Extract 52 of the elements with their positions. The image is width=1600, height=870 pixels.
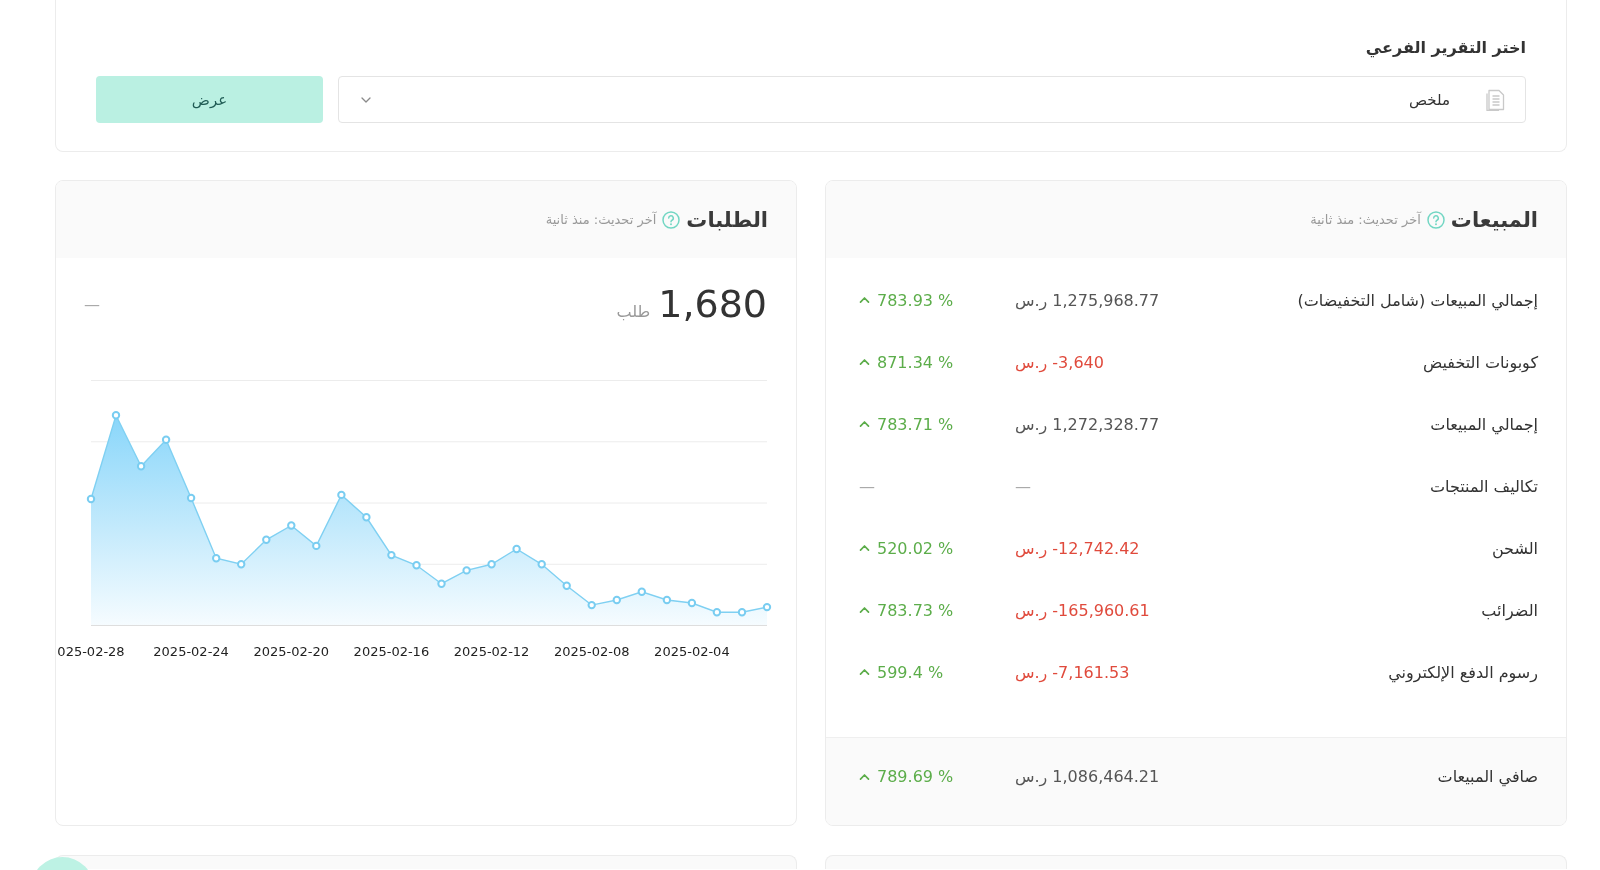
change-percent: 783.73 % [877,600,954,620]
change-percent: 789.69 % [877,767,954,786]
update-time: آخر تحديث: منذ ثانية [1310,212,1421,227]
axis-label: 2025-02-16 [353,644,430,659]
card-title: الطلبات [686,207,768,232]
axis-label: 2025-02-12 [453,644,530,659]
currency-text: ر.س [1015,290,1048,310]
change-percent: 871.34 % [877,352,954,372]
row-label: كوبونات التخفيض [1422,352,1538,372]
amount-text: 1,272,328.77 [1052,414,1160,434]
currency-text: ر.س [1015,662,1048,682]
dash-text: — [859,476,875,496]
field-label: اختر التقرير الفرعي [1365,37,1526,59]
row-label: رسوم الدفع الإلكتروني [1388,662,1538,682]
count-unit: طلب [616,302,651,321]
amount-text: 1,086,464.21 [1052,767,1160,786]
change-percent: 783.93 % [877,290,954,310]
help-icon [1426,210,1445,229]
amount-text: -7,161.53 [1052,662,1130,682]
order-count: 1,680 [658,282,767,326]
dash-text: — [84,294,100,314]
row-label: تكاليف المنتجات [1430,476,1538,496]
dash-text: — [1015,476,1031,496]
axis-label: 2025-02-20 [253,644,330,659]
amount-text: -165,960.61 [1052,600,1150,620]
report-select[interactable]: ملخص [338,76,1526,123]
help-icon [662,210,681,229]
change-percent: 599.4 % [877,662,944,682]
amount-text: -12,742.42 [1052,538,1140,558]
axis-label: 2025-02-04 [654,644,730,659]
update-time: آخر تحديث: منذ ثانية [545,212,657,227]
row-label: الشحن [1491,538,1538,558]
axis-label: 2025-02-24 [153,644,229,659]
row-label: صافي المبيعات [1437,767,1538,786]
change-percent: 783.71 % [877,414,954,434]
card-title: المبيعات [1450,207,1538,232]
row-label: إجمالي المبيعات (شامل التخفيضات) [1297,290,1538,310]
change-percent: 520.02 % [877,538,954,558]
row-label: الضرائب [1481,600,1538,620]
amount-text: -3,640 [1052,352,1104,372]
chevron-down-icon [361,96,371,103]
currency-text: ر.س [1015,414,1048,434]
axis-label: 2025-02-08 [553,644,630,659]
row-label: إجمالي المبيعات [1430,414,1538,434]
currency-text: ر.س [1015,538,1048,558]
currency-text: ر.س [1015,352,1048,372]
amount-text: 1,275,968.77 [1052,290,1160,310]
currency-text: ر.س [1015,767,1048,786]
document-icon [1486,88,1506,111]
currency-text: ر.س [1015,600,1048,620]
axis-label: 025-02-28 [57,644,125,659]
show-button[interactable]: عرض [96,76,323,123]
